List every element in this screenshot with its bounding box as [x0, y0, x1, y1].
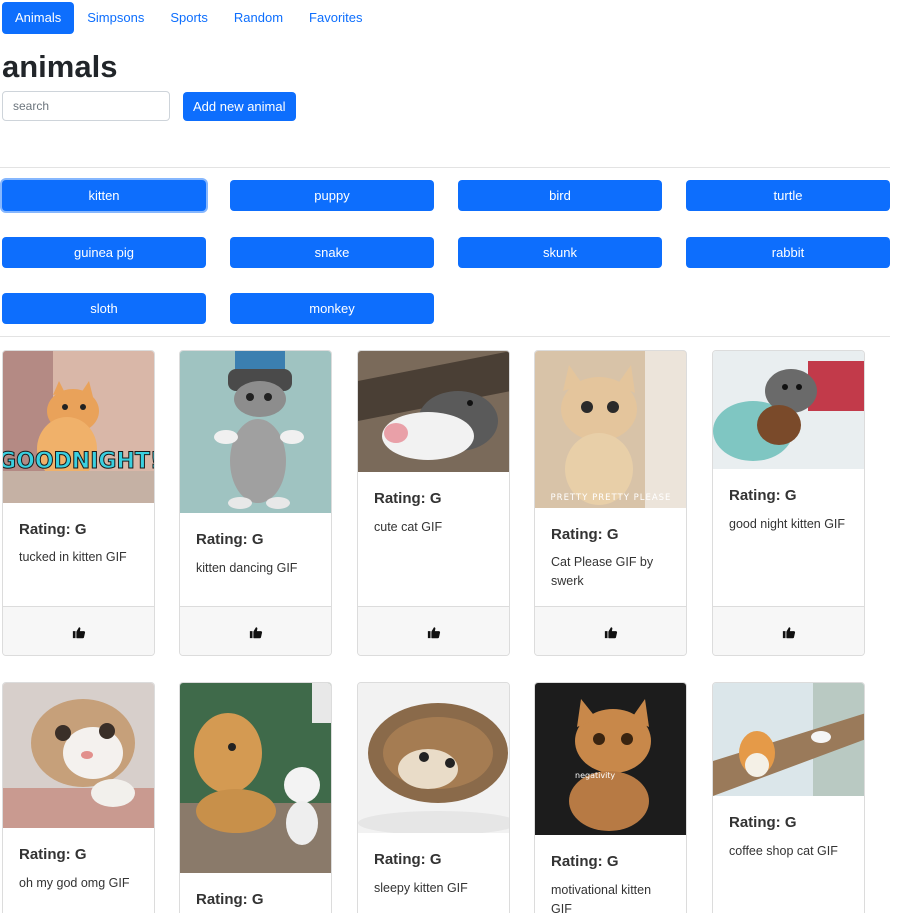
gif-image[interactable]: PRETTY PRETTY PLEASE	[535, 351, 686, 508]
gif-rating: Rating: G	[196, 891, 264, 908]
card-footer	[358, 606, 509, 655]
gif-rating: Rating: G	[374, 851, 442, 868]
gif-overlay-text: negativity	[575, 771, 615, 780]
gif-card: Rating: G good night kitten GIF	[712, 350, 865, 656]
nav-tabs: Animals Simpsons Sports Random Favorites	[2, 2, 376, 34]
thumbs-up-icon[interactable]	[604, 625, 618, 639]
gif-rating: Rating: G	[196, 531, 264, 548]
gif-card: PRETTY PRETTY PLEASE Rating: G Cat Pleas…	[534, 350, 687, 656]
gif-title: oh my god omg GIF	[19, 876, 130, 890]
gif-title: kitten dancing GIF	[196, 561, 298, 575]
page-title: animals	[2, 49, 118, 84]
gif-image[interactable]	[180, 683, 331, 873]
gif-card: Rating: G cute cat GIF	[357, 350, 510, 656]
gif-card: Rating: G kitten dancing GIF	[179, 350, 332, 656]
thumbs-up-icon[interactable]	[72, 625, 86, 639]
gif-rating: Rating: G	[19, 846, 87, 863]
gif-rating: Rating: G	[551, 853, 619, 870]
gif-overlay-text: PRETTY PRETTY PLEASE	[551, 493, 672, 503]
gif-title: tucked in kitten GIF	[19, 550, 127, 564]
gif-title: good night kitten GIF	[729, 517, 846, 531]
gif-rating: Rating: G	[374, 490, 442, 507]
gif-card: Rating: G oh my god omg GIF	[2, 682, 155, 913]
gif-rating: Rating: G	[729, 487, 797, 504]
gif-card: Rating: G	[179, 682, 332, 913]
gif-card: negativity Rating: G motivational kitten…	[534, 682, 687, 913]
gif-title: Cat Please GIF by swerk	[551, 555, 654, 588]
card-footer	[180, 606, 331, 655]
thumbs-up-icon[interactable]	[427, 625, 441, 639]
animal-button-snake[interactable]: snake	[230, 237, 434, 268]
gif-image[interactable]: GOODNIGHT!	[3, 351, 154, 503]
card-footer	[3, 606, 154, 655]
gif-rating: Rating: G	[551, 526, 619, 543]
animal-button-sloth[interactable]: sloth	[2, 293, 206, 324]
gif-rating: Rating: G	[729, 814, 797, 831]
animal-button-turtle[interactable]: turtle	[686, 180, 890, 211]
gif-overlay-text: GOODNIGHT!	[3, 449, 154, 474]
animal-button-rabbit[interactable]: rabbit	[686, 237, 890, 268]
divider	[0, 336, 890, 337]
gif-title: coffee shop cat GIF	[729, 844, 838, 858]
gif-image[interactable]	[358, 351, 509, 472]
gif-title: sleepy kitten GIF	[374, 881, 468, 895]
tab-sports[interactable]: Sports	[157, 2, 221, 34]
divider	[0, 167, 890, 168]
animal-button-skunk[interactable]: skunk	[458, 237, 662, 268]
thumbs-up-icon[interactable]	[782, 625, 796, 639]
gif-title: cute cat GIF	[374, 520, 443, 534]
gif-image[interactable]	[358, 683, 509, 833]
tab-favorites[interactable]: Favorites	[296, 2, 375, 34]
animal-button-bird[interactable]: bird	[458, 180, 662, 211]
gif-image[interactable]	[713, 351, 864, 469]
gif-card: Rating: G coffee shop cat GIF	[712, 682, 865, 913]
tab-animals[interactable]: Animals	[2, 2, 75, 34]
thumbs-up-icon[interactable]	[249, 625, 263, 639]
search-input[interactable]	[2, 91, 170, 121]
animal-button-guinea-pig[interactable]: guinea pig	[2, 237, 206, 268]
gif-image[interactable]	[713, 683, 864, 796]
gif-card: Rating: G sleepy kitten GIF	[357, 682, 510, 913]
tab-random[interactable]: Random	[221, 2, 296, 34]
gif-image[interactable]	[180, 351, 331, 513]
gif-rating: Rating: G	[19, 521, 87, 538]
animal-button-monkey[interactable]: monkey	[230, 293, 434, 324]
gif-title: motivational kitten GIF	[551, 883, 652, 913]
card-footer	[713, 606, 864, 655]
animal-button-kitten[interactable]: kitten	[2, 180, 206, 211]
gif-image[interactable]	[3, 683, 154, 828]
add-animal-button[interactable]: Add new animal	[183, 92, 296, 121]
card-footer	[535, 606, 686, 655]
gif-card: GOODNIGHT! Rating: G tucked in kitten GI…	[2, 350, 155, 656]
animal-button-puppy[interactable]: puppy	[230, 180, 434, 211]
gif-image[interactable]: negativity	[535, 683, 686, 835]
tab-simpsons[interactable]: Simpsons	[74, 2, 157, 34]
